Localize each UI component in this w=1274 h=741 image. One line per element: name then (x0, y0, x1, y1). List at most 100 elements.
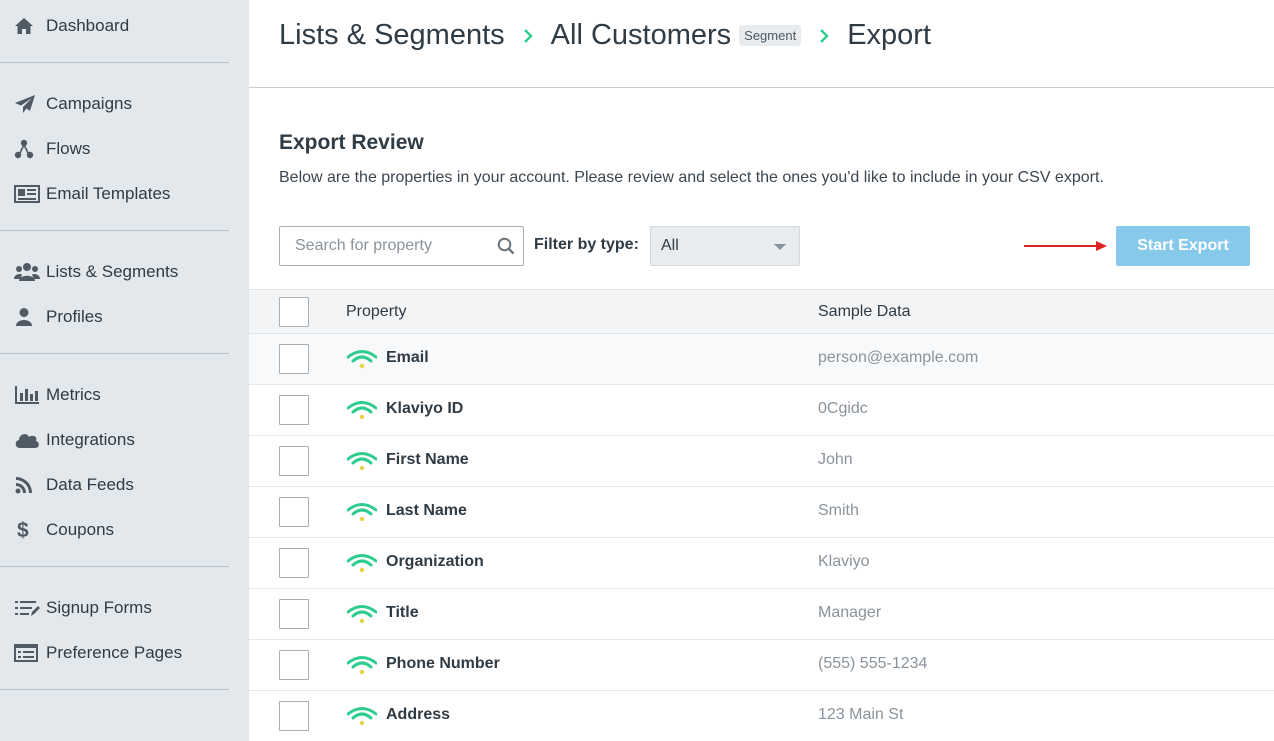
column-header-property: Property (346, 303, 407, 320)
chevron-right-icon (523, 28, 533, 44)
rss-icon (14, 474, 40, 496)
section-title: Export Review (279, 131, 424, 154)
sidebar-item-label: Dashboard (46, 15, 130, 35)
signal-icon (346, 706, 378, 731)
nav-group-main: Dashboard (0, 0, 249, 48)
caret-down-icon (774, 244, 786, 250)
property-name: Klaviyo ID (386, 400, 464, 417)
chevron-right-icon (819, 28, 829, 44)
page-title: Export (847, 19, 932, 51)
column-header-sample-data: Sample Data (818, 303, 911, 320)
property-name: First Name (386, 451, 469, 468)
sidebar-item-profiles[interactable]: Profiles (0, 294, 249, 339)
sidebar-item-label: Flows (46, 138, 91, 158)
toolbar: Filter by type: All Start Export (279, 226, 1274, 270)
breadcrumb: Lists & Segments All Customers Segment E… (249, 0, 1274, 88)
table-row: Last Name Smith (249, 487, 1274, 538)
signal-icon (346, 451, 378, 476)
paper-plane-icon (14, 93, 40, 115)
sidebar-item-integrations[interactable]: Integrations (0, 417, 249, 462)
search-box (279, 226, 524, 266)
sidebar-item-label: Email Templates (46, 183, 171, 203)
sidebar-item-signup-forms[interactable]: Signup Forms (0, 585, 249, 630)
form-list-icon (14, 597, 40, 619)
sidebar-item-dashboard[interactable]: Dashboard (0, 3, 249, 48)
arrow-right-icon (1024, 239, 1108, 257)
sidebar-item-label: Profiles (46, 306, 103, 326)
sidebar-item-coupons[interactable]: $ Coupons (0, 507, 249, 552)
property-name: Phone Number (386, 655, 500, 672)
row-checkbox[interactable] (279, 548, 309, 578)
row-checkbox[interactable] (279, 446, 309, 476)
table-row: Phone Number (555) 555-1234 (249, 640, 1274, 691)
sidebar-item-label: Coupons (46, 519, 115, 539)
filter-label: Filter by type: (534, 236, 639, 253)
breadcrumb-item-all-customers[interactable]: All Customers (551, 19, 732, 52)
signal-icon (346, 349, 378, 374)
flow-icon (14, 138, 40, 160)
sidebar-item-lists-segments[interactable]: Lists & Segments (0, 249, 249, 294)
bar-chart-icon (14, 384, 40, 406)
table-row: First Name John (249, 436, 1274, 487)
sample-data: Klaviyo (818, 553, 870, 570)
sample-data: Smith (818, 502, 859, 519)
sample-data: John (818, 451, 853, 468)
sidebar-item-flows[interactable]: Flows (0, 126, 249, 171)
nav-group-audience: Lists & Segments Profiles (0, 231, 249, 339)
sidebar-item-label: Metrics (46, 384, 101, 404)
row-checkbox[interactable] (279, 395, 309, 425)
sample-data: 0Cgidc (818, 400, 868, 417)
property-name: Organization (386, 553, 484, 570)
export-review-section: Export Review Below are the properties i… (249, 131, 1274, 270)
row-checkbox[interactable] (279, 599, 309, 629)
sidebar-item-label: Lists & Segments (46, 261, 179, 281)
row-checkbox[interactable] (279, 497, 309, 527)
sidebar-item-label: Preference Pages (46, 642, 183, 662)
property-name: Title (386, 604, 419, 621)
sidebar-item-label: Integrations (46, 429, 135, 449)
row-checkbox[interactable] (279, 650, 309, 680)
table-row: Organization Klaviyo (249, 538, 1274, 589)
search-icon[interactable] (497, 237, 515, 260)
nav-divider (0, 689, 229, 690)
sidebar-item-data-feeds[interactable]: Data Feeds (0, 462, 249, 507)
sidebar-item-email-templates[interactable]: Email Templates (0, 171, 249, 216)
table-row: Address 123 Main St (249, 691, 1274, 741)
filter-type-select[interactable]: All (650, 226, 800, 266)
signal-icon (346, 604, 378, 629)
signal-icon (346, 553, 378, 578)
sample-data: person@example.com (818, 349, 979, 366)
sidebar: Dashboard Campaigns Flows Email Template… (0, 0, 249, 741)
sidebar-item-label: Signup Forms (46, 597, 152, 617)
home-icon (14, 15, 40, 37)
row-checkbox[interactable] (279, 344, 309, 374)
table-row: Klaviyo ID 0Cgidc (249, 385, 1274, 436)
signal-icon (346, 502, 378, 527)
sample-data: 123 Main St (818, 706, 904, 723)
table-row: Email person@example.com (249, 334, 1274, 385)
segment-badge: Segment (739, 25, 802, 46)
section-description: Below are the properties in your account… (279, 169, 1104, 186)
filter-selected-value: All (661, 237, 679, 254)
table-body: Email person@example.com Klaviyo ID 0Cgi… (249, 334, 1274, 741)
property-name: Address (386, 706, 451, 723)
property-name: Email (386, 349, 429, 366)
breadcrumb-item-lists-segments[interactable]: Lists & Segments (279, 19, 505, 52)
sidebar-item-label: Campaigns (46, 93, 132, 113)
properties-table: Property Sample Data Email person@exampl… (249, 289, 1274, 741)
signal-icon (346, 655, 378, 680)
start-export-button[interactable]: Start Export (1116, 226, 1250, 266)
sidebar-item-metrics[interactable]: Metrics (0, 372, 249, 417)
preference-page-icon (14, 642, 40, 664)
select-all-checkbox[interactable] (279, 297, 309, 327)
sidebar-item-campaigns[interactable]: Campaigns (0, 81, 249, 126)
row-checkbox[interactable] (279, 701, 309, 731)
users-icon (14, 261, 40, 283)
sidebar-item-preference-pages[interactable]: Preference Pages (0, 630, 249, 675)
sample-data: Manager (818, 604, 882, 621)
search-input[interactable] (280, 227, 480, 265)
template-icon (14, 183, 40, 205)
user-icon (14, 306, 40, 328)
sidebar-item-label: Data Feeds (46, 474, 134, 494)
property-name: Last Name (386, 502, 467, 519)
